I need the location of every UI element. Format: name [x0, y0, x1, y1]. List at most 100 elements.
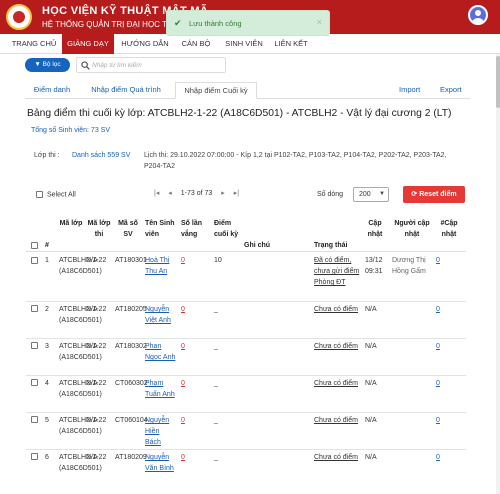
class-code: ATCBLH2-1-22 (A18C6D501)	[59, 343, 107, 361]
header-checkbox[interactable]	[31, 242, 38, 249]
search-input[interactable]	[92, 59, 224, 71]
student-id: AT180205	[115, 306, 147, 313]
student-total: Tổng số Sinh viên: 73 SV	[31, 127, 110, 134]
update-count-link[interactable]: 0	[436, 341, 440, 352]
update-count-link[interactable]: 0	[436, 452, 440, 463]
row-checkbox[interactable]	[31, 453, 38, 460]
status-link[interactable]: Chưa có điểm	[314, 452, 362, 463]
tab-final-grades[interactable]: Nhập điểm Cuối kỳ	[175, 82, 257, 99]
updated-time: 13/12 09:31	[365, 257, 383, 275]
row-index: 6	[45, 454, 49, 461]
col-note: Ghi chú	[244, 242, 271, 249]
reset-grades-button[interactable]: ⟳ Reset điểm	[403, 186, 465, 203]
exam-class: N/A	[86, 343, 98, 350]
updated-time: N/A	[365, 306, 377, 313]
toast-message: Lưu thành công	[189, 19, 242, 28]
col-class-code: Mã lớp	[59, 220, 83, 227]
search-box[interactable]	[76, 57, 226, 73]
nav-links[interactable]: LIÊN KẾT	[272, 34, 310, 54]
final-score[interactable]: _	[214, 452, 218, 463]
final-score[interactable]: _	[214, 304, 218, 315]
select-all[interactable]: Select All	[36, 191, 76, 198]
close-icon[interactable]: ×	[317, 17, 322, 27]
tab-attendance[interactable]: Điểm danh	[25, 82, 79, 99]
table-header: # Mã lớp Mã lớp thi Mã số SV Tên Sinh vi…	[26, 210, 466, 252]
update-count-link[interactable]: 0	[436, 415, 440, 426]
scrollbar-thumb[interactable]	[496, 56, 500, 108]
nav-home[interactable]: TRANG CHỦ	[8, 34, 60, 54]
status-link[interactable]: Chưa có điểm	[314, 341, 362, 352]
final-score[interactable]: _	[214, 341, 218, 352]
table-row: 6 ATCBLH2-1-22 (A18C6D501) N/A AT180209 …	[26, 450, 466, 494]
pagination: |◂ ◂ 1-73 of 73 ▸ ▸|	[154, 189, 246, 197]
exam-class: N/A	[86, 417, 98, 424]
reset-grades-label: Reset điểm	[419, 191, 457, 198]
student-name-link[interactable]: Nguyễn Việt Anh	[145, 304, 177, 326]
page-scrollbar[interactable]	[496, 54, 500, 494]
student-name-link[interactable]: Nguyễn Hiền Bách	[145, 415, 177, 448]
import-link[interactable]: Import	[399, 82, 420, 99]
nav-students[interactable]: SINH VIÊN	[220, 34, 268, 54]
user-avatar-icon[interactable]	[468, 5, 488, 25]
col-student-id: Mã số SV	[118, 220, 138, 238]
nav-staff[interactable]: CÁN BỘ	[176, 34, 216, 54]
updated-by: Dương Thị Hồng Gấm	[392, 257, 426, 275]
exam-class: N/A	[86, 380, 98, 387]
col-status: Trạng thái	[314, 242, 348, 249]
rows-per-page-select[interactable]: 200 ▼	[353, 187, 389, 202]
class-code: ATCBLH2-1-22 (A18C6D501)	[59, 454, 107, 472]
absence-count-link[interactable]: 0	[181, 415, 185, 426]
student-name-link[interactable]: Phạm Tuấn Anh	[145, 378, 177, 400]
col-updated: Cập nhật	[367, 220, 383, 238]
row-checkbox[interactable]	[31, 379, 38, 386]
nav-teaching[interactable]: GIẢNG DẠY	[62, 34, 114, 54]
status-link[interactable]: Chưa có điểm	[314, 304, 362, 315]
col-final-score: Điểm cuối kỳ	[214, 220, 239, 238]
update-count-link[interactable]: 0	[436, 255, 440, 266]
next-page-icon[interactable]: ▸	[221, 189, 225, 197]
row-checkbox[interactable]	[31, 342, 38, 349]
first-page-icon[interactable]: |◂	[154, 189, 159, 197]
absence-count-link[interactable]: 0	[181, 452, 185, 463]
student-name-link[interactable]: Hoà Thị Thu An	[145, 255, 177, 277]
final-score[interactable]: _	[214, 415, 218, 426]
class-code: ATCBLH2-1-22 (A18C6D501)	[59, 306, 107, 324]
select-all-checkbox[interactable]	[36, 191, 43, 198]
absence-count-link[interactable]: 0	[181, 304, 185, 315]
status-link[interactable]: Đã có điểm, chưa gửi điểm Phòng ĐT	[314, 255, 362, 288]
student-name-link[interactable]: Nguyễn Văn Bình	[145, 452, 177, 474]
table-row: 4 ATCBLH2-1-22 (A18C6D501) N/A CT060302 …	[26, 376, 466, 413]
col-absence-count: Số lần vắng	[181, 220, 203, 238]
row-checkbox[interactable]	[31, 257, 38, 264]
row-checkbox[interactable]	[31, 305, 38, 312]
tab-bar: Điểm danh Nhập điểm Quá trình Nhập điểm …	[25, 82, 470, 99]
last-page-icon[interactable]: ▸|	[234, 189, 239, 197]
status-link[interactable]: Chưa có điểm	[314, 378, 362, 389]
page-title: Bảng điểm thi cuối kỳ lớp: ATCBLH2-1-22 …	[27, 108, 452, 119]
tab-process-grades[interactable]: Nhập điểm Quá trình	[83, 82, 169, 99]
final-score[interactable]: _	[214, 378, 218, 389]
col-updated-by: Người cập nhật	[394, 220, 430, 238]
filter-button[interactable]: ▼ Bộ lọc	[25, 58, 70, 72]
student-name-link[interactable]: Phan Ngọc Anh	[145, 341, 177, 363]
filter-label: Bộ lọc	[42, 61, 61, 68]
final-score[interactable]: 10	[214, 255, 222, 266]
absence-count-link[interactable]: 0	[181, 341, 185, 352]
absence-count-link[interactable]: 0	[181, 255, 185, 266]
status-link[interactable]: Chưa có điểm	[314, 415, 362, 426]
student-list-link[interactable]: Danh sách 559 SV	[72, 150, 134, 161]
class-code: ATCBLH2-1-22 (A18C6D501)	[59, 257, 107, 275]
exam-class-label: Lớp thi :	[34, 152, 60, 159]
nav-guide[interactable]: HƯỚNG DẪN	[118, 34, 172, 54]
update-count-link[interactable]: 0	[436, 304, 440, 315]
row-checkbox[interactable]	[31, 416, 38, 423]
filter-icon: ▼	[34, 61, 41, 68]
academy-logo[interactable]	[6, 4, 32, 30]
export-link[interactable]: Export	[440, 82, 462, 99]
student-id: AT180301	[115, 257, 147, 264]
class-code: ATCBLH2-1-22 (A18C6D501)	[59, 380, 107, 398]
absence-count-link[interactable]: 0	[181, 378, 185, 389]
table-row: 5 ATCBLH2-1-22 (A18C6D501) N/A CT060104 …	[26, 413, 466, 450]
update-count-link[interactable]: 0	[436, 378, 440, 389]
prev-page-icon[interactable]: ◂	[168, 189, 172, 197]
